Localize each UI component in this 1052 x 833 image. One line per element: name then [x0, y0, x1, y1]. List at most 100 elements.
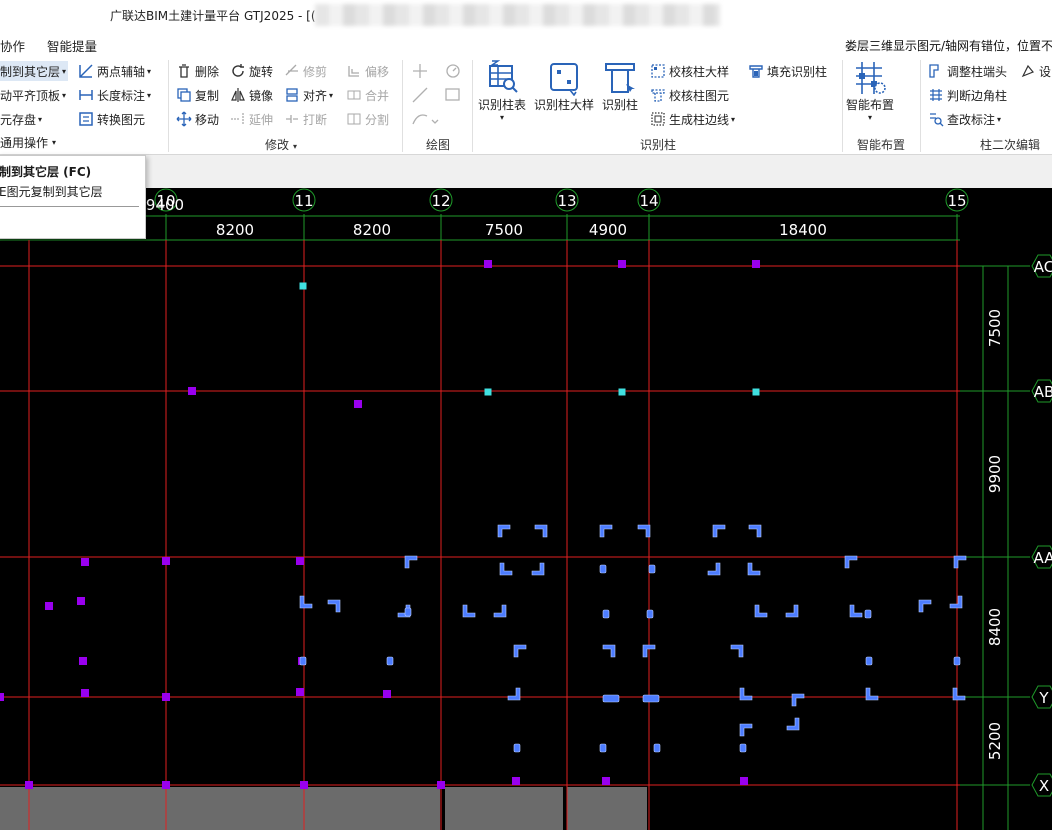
set-label: 设 — [1039, 64, 1052, 79]
tab-smart-quantity[interactable]: 智能提量 — [47, 36, 97, 55]
move-button[interactable]: 移动 — [176, 109, 219, 129]
length-dim-button[interactable]: 长度标注 ▾ — [78, 85, 151, 105]
title-bar: 广联达BIM土建计量平台 GTJ2025 - [( — [0, 0, 1052, 32]
align-button[interactable]: 对齐 ▾ — [284, 85, 333, 105]
column[interactable] — [602, 694, 620, 703]
column[interactable] — [752, 260, 760, 268]
column[interactable] — [299, 282, 307, 290]
column[interactable] — [752, 388, 760, 396]
column[interactable] — [740, 777, 748, 785]
check-detail-icon — [651, 64, 665, 78]
column[interactable] — [602, 777, 610, 785]
column[interactable] — [512, 777, 520, 785]
column[interactable] — [602, 609, 610, 619]
adjust-end-icon — [929, 64, 939, 78]
fill-recognize-col-button[interactable]: 填充识别柱 — [748, 61, 827, 81]
fill-col-icon — [749, 65, 763, 78]
dim-text-right: 7500 — [986, 309, 1004, 347]
column[interactable] — [77, 597, 85, 605]
merge-label: 合并 — [365, 88, 390, 103]
extend-button[interactable]: 延伸 — [230, 109, 273, 129]
element-save-button[interactable]: 元存盘 ▾ — [0, 109, 42, 129]
settings-button[interactable]: 设 — [1020, 61, 1051, 81]
column[interactable] — [513, 743, 521, 753]
column[interactable] — [354, 400, 362, 408]
smart-layout-icon — [856, 62, 886, 94]
axis-label: AA — [1034, 549, 1052, 567]
column[interactable] — [618, 260, 626, 268]
column[interactable] — [296, 688, 304, 696]
column[interactable] — [618, 388, 626, 396]
column[interactable] — [188, 387, 196, 395]
column[interactable] — [162, 557, 170, 565]
column[interactable] — [296, 557, 304, 565]
split-label: 分割 — [365, 112, 390, 127]
column[interactable] — [300, 781, 308, 789]
two-point-axis-button[interactable]: 两点辅轴 ▾ — [78, 61, 151, 81]
column[interactable] — [864, 609, 872, 619]
smart-layout-button[interactable]: 智能布置 ▾ — [846, 60, 894, 122]
column[interactable] — [79, 657, 87, 665]
trim-button[interactable]: 修剪 — [284, 61, 327, 81]
column[interactable] — [599, 564, 607, 574]
column[interactable] — [646, 609, 654, 619]
check-elem-label: 校核柱图元 — [669, 88, 730, 103]
column[interactable] — [437, 781, 445, 789]
dim-text-left: 9400 — [146, 196, 184, 214]
recognize-col-button[interactable]: 识别柱 — [602, 60, 638, 113]
column[interactable] — [162, 693, 170, 701]
check-col-detail-button[interactable]: 校核柱大样 — [650, 61, 729, 81]
column[interactable] — [45, 602, 53, 610]
query-dim-button[interactable]: 查改标注 ▾ — [928, 109, 1001, 129]
general-ops-button[interactable]: 通用操作 ▾ — [0, 132, 56, 152]
copy-to-other-label: 制到其它层 — [0, 64, 61, 79]
rotate-button[interactable]: 旋转 — [230, 61, 273, 81]
column[interactable] — [299, 656, 307, 666]
drawing-canvas[interactable]: 10 11 12 13 14 15 AC AB AA Y X 9400 8200 8200 750… — [0, 188, 1052, 830]
column[interactable] — [162, 781, 170, 789]
column[interactable] — [81, 689, 89, 697]
column[interactable] — [865, 656, 873, 666]
merge-button[interactable]: 合并 — [346, 85, 389, 105]
column[interactable] — [599, 743, 607, 753]
cad-svg[interactable]: 10 11 12 13 14 15 ACABAAYX 9400 8200 8200 750… — [0, 188, 1052, 830]
column[interactable] — [25, 781, 33, 789]
adjust-col-end-button[interactable]: 调整柱端头 — [928, 61, 1007, 81]
trash-icon — [179, 64, 189, 78]
judge-corner-col-button[interactable]: 判断边角柱 — [928, 85, 1007, 105]
tab-collaborate[interactable]: 协作 — [0, 36, 25, 55]
column[interactable] — [0, 693, 4, 701]
column[interactable] — [484, 388, 492, 396]
column[interactable] — [648, 564, 656, 574]
gen-edge-label: 生成柱边线 — [669, 112, 730, 127]
column[interactable] — [81, 558, 89, 566]
query-dim-icon — [930, 113, 944, 127]
copy-button[interactable]: 复制 — [176, 85, 219, 105]
recognize-col-detail-button[interactable]: 识别柱大样 — [534, 60, 594, 113]
column[interactable] — [653, 743, 661, 753]
break-button[interactable]: 打断 — [284, 109, 327, 129]
column[interactable] — [383, 690, 391, 698]
column[interactable] — [386, 656, 394, 666]
convert-element-button[interactable]: 转换图元 — [78, 109, 145, 129]
ribbon-separator — [168, 60, 169, 152]
recognize-col-table-button[interactable]: 识别柱表 ▾ — [478, 60, 526, 122]
axis-label: X — [1039, 777, 1049, 795]
column[interactable] — [484, 260, 492, 268]
column[interactable] — [404, 607, 412, 617]
axis-label: 14 — [639, 192, 658, 210]
check-col-elem-button[interactable]: 校核柱图元 — [650, 85, 729, 105]
gen-col-edge-button[interactable]: 生成柱边线 ▾ — [650, 109, 735, 129]
mirror-button[interactable]: 镜像 — [230, 85, 273, 105]
copy-to-other-floor-button[interactable]: 制到其它层 ▾ — [0, 61, 69, 81]
offset-icon — [348, 66, 359, 77]
dim-text-top: 7500 — [485, 221, 523, 239]
split-button[interactable]: 分割 — [346, 109, 389, 129]
column[interactable] — [739, 743, 747, 753]
delete-button[interactable]: 删除 — [176, 61, 219, 81]
redacted-project-name — [315, 4, 720, 26]
offset-button[interactable]: 偏移 — [346, 61, 389, 81]
auto-align-top-button[interactable]: 动平齐顶板 ▾ — [0, 85, 66, 105]
column[interactable] — [953, 656, 961, 666]
column[interactable] — [642, 694, 660, 703]
